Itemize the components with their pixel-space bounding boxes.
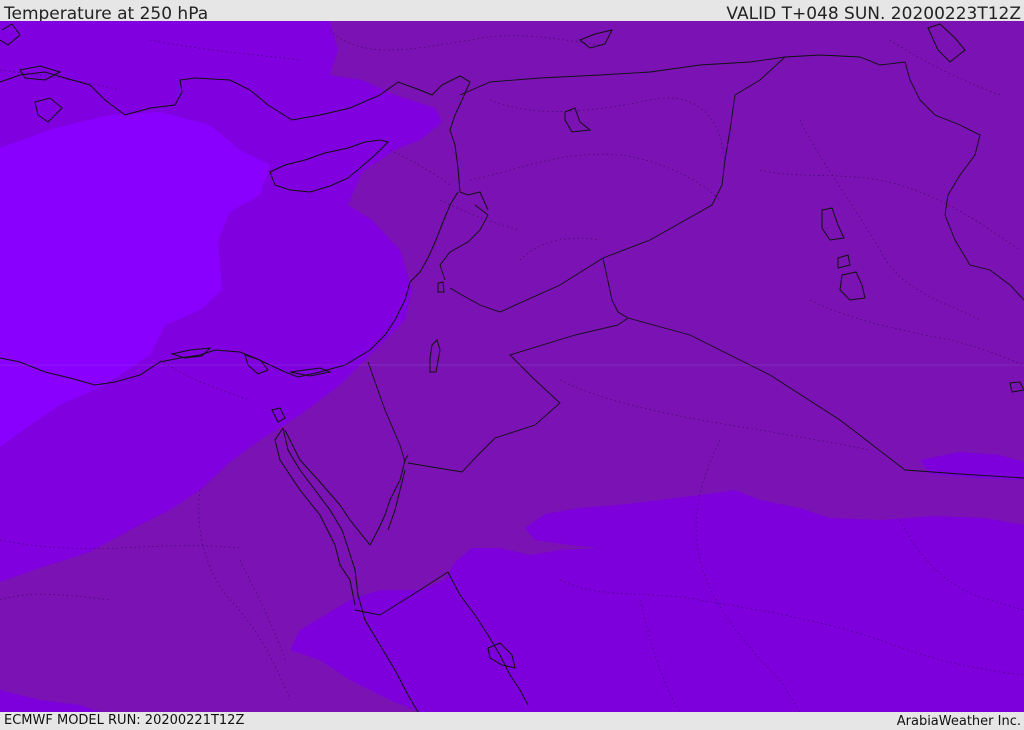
map-area[interactable]	[0, 21, 1024, 712]
credit-label: ArabiaWeather Inc.	[896, 714, 1021, 729]
temperature-map[interactable]	[0, 21, 1024, 712]
header-bar: Temperature at 250 hPa VALID T+048 SUN. …	[0, 0, 1024, 24]
model-run-label: ECMWF MODEL RUN: 20200221T12Z	[4, 713, 245, 728]
footer-bar: ECMWF MODEL RUN: 20200221T12Z ArabiaWeat…	[0, 712, 1024, 729]
